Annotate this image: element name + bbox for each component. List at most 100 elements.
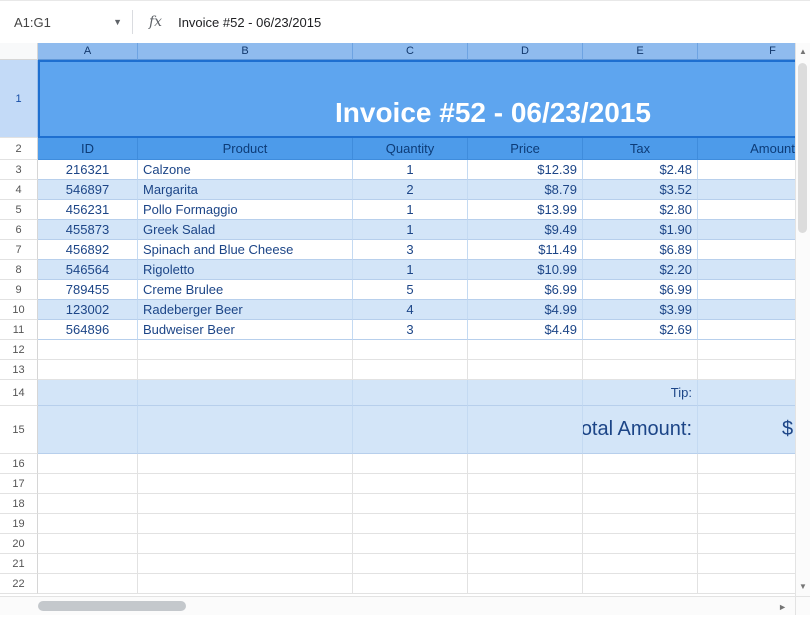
cell-product[interactable]: Calzone [138,160,353,180]
cell[interactable] [468,380,583,406]
cell[interactable] [468,474,583,494]
cell-price[interactable]: $9.49 [468,220,583,240]
cell[interactable] [353,574,468,594]
cell[interactable] [138,574,353,594]
cell[interactable] [38,406,138,454]
cell[interactable] [583,534,698,554]
row-header-16[interactable]: 16 [0,454,38,474]
cell-price[interactable]: $4.49 [468,320,583,340]
cell[interactable] [138,380,353,406]
tip-value-cell[interactable] [698,380,795,406]
cell-tax[interactable]: $2.69 [583,320,698,340]
cell-product[interactable]: Pollo Formaggio [138,200,353,220]
cell-price[interactable]: $10.99 [468,260,583,280]
cell-amount[interactable] [698,300,795,320]
cell-amount[interactable] [698,320,795,340]
row-header-14[interactable]: 14 [0,380,38,406]
cell[interactable] [138,406,353,454]
row-header-1[interactable]: 1 [0,60,38,138]
cell[interactable] [583,554,698,574]
cell-amount[interactable] [698,260,795,280]
cell[interactable] [38,514,138,534]
cell[interactable] [353,494,468,514]
cell-quantity[interactable]: 1 [353,200,468,220]
cell[interactable] [353,514,468,534]
cell-product[interactable]: Margarita [138,180,353,200]
cell[interactable] [698,574,795,594]
cell-quantity[interactable]: 3 [353,240,468,260]
cell[interactable] [698,360,795,380]
horizontal-scrollbar-thumb[interactable] [38,601,186,611]
cell[interactable] [698,474,795,494]
cell[interactable] [698,554,795,574]
total-label-cell[interactable]: Total Amount: [583,406,698,454]
cell-amount[interactable] [698,160,795,180]
cell[interactable] [583,514,698,534]
cell[interactable] [138,494,353,514]
cell[interactable] [38,340,138,360]
cell-tax[interactable]: $3.99 [583,300,698,320]
row-header-22[interactable]: 22 [0,574,38,594]
cell-amount[interactable] [698,180,795,200]
cell-tax[interactable]: $6.99 [583,280,698,300]
cell-price[interactable]: $12.39 [468,160,583,180]
row-header-19[interactable]: 19 [0,514,38,534]
cell[interactable] [138,360,353,380]
row-header-12[interactable]: 12 [0,340,38,360]
cell[interactable] [468,340,583,360]
cell-id[interactable]: 455873 [38,220,138,240]
cell-price[interactable]: $8.79 [468,180,583,200]
header-cell-amount[interactable]: Amount [698,138,795,160]
cell-amount[interactable] [698,200,795,220]
cell-tax[interactable]: $2.48 [583,160,698,180]
cell[interactable] [38,494,138,514]
cell[interactable] [698,534,795,554]
cell-quantity[interactable]: 1 [353,220,468,240]
cell[interactable] [468,554,583,574]
cell[interactable] [38,534,138,554]
column-header-d[interactable]: D [468,43,583,60]
cell-tax[interactable]: $1.90 [583,220,698,240]
cell-quantity[interactable]: 1 [353,260,468,280]
cell-id[interactable]: 564896 [38,320,138,340]
cell[interactable] [138,554,353,574]
cell[interactable] [138,340,353,360]
cell-price[interactable]: $11.49 [468,240,583,260]
cell[interactable] [468,514,583,534]
scroll-up-icon[interactable]: ▲ [796,47,810,57]
row-header-2[interactable]: 2 [0,138,38,160]
select-all-corner[interactable] [0,43,38,60]
scroll-right-icon[interactable]: ► [778,602,787,612]
row-header-17[interactable]: 17 [0,474,38,494]
cell-quantity[interactable]: 5 [353,280,468,300]
cell[interactable] [698,514,795,534]
cell[interactable] [583,360,698,380]
cell-id[interactable]: 546897 [38,180,138,200]
row-header-4[interactable]: 4 [0,180,38,200]
cell-quantity[interactable]: 2 [353,180,468,200]
row-header-15[interactable]: 15 [0,406,38,454]
column-header-e[interactable]: E [583,43,698,60]
cell[interactable] [38,380,138,406]
cell-tax[interactable]: $6.89 [583,240,698,260]
cell-price[interactable]: $6.99 [468,280,583,300]
cell[interactable] [698,454,795,474]
row-header-10[interactable]: 10 [0,300,38,320]
cell[interactable] [138,454,353,474]
cell-quantity[interactable]: 3 [353,320,468,340]
cell[interactable] [138,474,353,494]
cell-product[interactable]: Budweiser Beer [138,320,353,340]
cell-product[interactable]: Spinach and Blue Cheese [138,240,353,260]
cell[interactable] [353,340,468,360]
cell-id[interactable]: 546564 [38,260,138,280]
total-value-cell[interactable]: $ [698,406,795,454]
row-header-6[interactable]: 6 [0,220,38,240]
row-header-11[interactable]: 11 [0,320,38,340]
cell[interactable] [583,494,698,514]
cell[interactable] [353,474,468,494]
cell[interactable] [468,360,583,380]
cell-product[interactable]: Radeberger Beer [138,300,353,320]
invoice-banner-cell[interactable]: Invoice #52 - 06/23/2015 [38,60,795,138]
cell[interactable] [353,360,468,380]
row-header-9[interactable]: 9 [0,280,38,300]
